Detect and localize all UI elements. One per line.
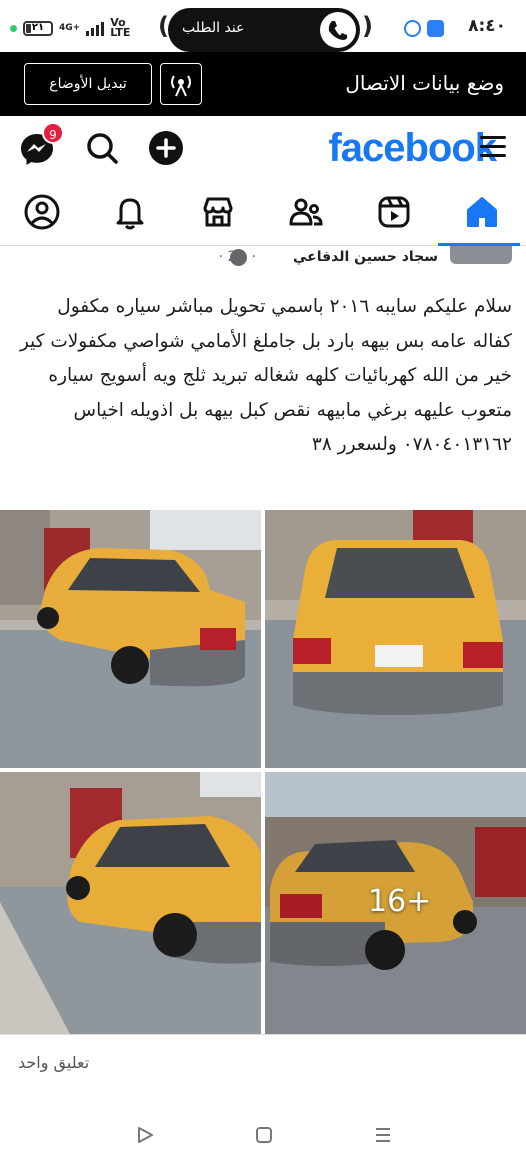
notification-icons [404, 20, 444, 37]
paren-right: ) [362, 12, 373, 40]
system-navigation-bar [0, 1100, 526, 1169]
facebook-logo: facebook [328, 126, 497, 170]
menu-icon[interactable] [480, 136, 506, 158]
profile-icon [24, 194, 60, 230]
tab-marketplace[interactable] [198, 192, 238, 232]
status-left-indicators: ٢١ 4G+ Vo LTE [10, 16, 131, 39]
data-mode-title: وضع بيانات الاتصال [345, 71, 504, 95]
post-photo-3[interactable] [0, 772, 261, 1034]
recents-icon [376, 1128, 390, 1142]
post-photo-4[interactable]: 16+ [265, 772, 526, 1034]
battery-level: ٢١ [31, 21, 45, 33]
switch-modes-button[interactable]: تبديل الأوضاع [24, 63, 152, 105]
messenger-badge: 9 [42, 122, 64, 144]
avatar[interactable] [450, 246, 512, 264]
tab-notifications[interactable] [110, 192, 150, 232]
home-icon [467, 197, 497, 227]
status-bar: ٢١ 4G+ Vo LTE ( عند الطلب ) ٨:٤٠ [0, 0, 526, 52]
main-nav-tabs [0, 182, 526, 246]
clock: ٨:٤٠ [468, 16, 506, 36]
radio-tower-icon [171, 75, 191, 97]
tab-profile[interactable] [22, 192, 62, 232]
messenger-button[interactable]: 9 [18, 122, 64, 166]
tab-home[interactable] [462, 192, 502, 232]
comment-row: تعليق واحد [0, 1034, 526, 1090]
post-time: · 2 د · [218, 249, 256, 265]
comment-count[interactable]: تعليق واحد [18, 1053, 89, 1072]
recents-button[interactable] [374, 1126, 392, 1148]
notifications-icon [116, 198, 144, 230]
tab-reels[interactable] [374, 192, 414, 232]
data-mode-banner: تبديل الأوضاع وضع بيانات الاتصال [0, 52, 526, 116]
search-button[interactable] [84, 130, 120, 166]
more-photos-count: 16+ [368, 884, 432, 919]
network-type: 4G+ [59, 23, 81, 33]
home-circle-icon [256, 1127, 272, 1143]
tab-friends[interactable] [286, 192, 326, 232]
post-author-row: · 2 د · سجاد حسين الدفاعي [0, 246, 526, 270]
radio-tower-button[interactable] [160, 63, 202, 105]
call-status-text: عند الطلب [182, 20, 245, 36]
app-header: 9 facebook [0, 116, 526, 182]
post-photo-1[interactable] [0, 510, 261, 768]
home-nav-button[interactable] [255, 1126, 273, 1148]
active-indicator-dot [10, 24, 17, 32]
post-photo-2[interactable] [265, 510, 526, 768]
battery-icon: ٢١ [23, 20, 53, 36]
post-text: سلام عليكم سايبه ٢٠١٦ باسمي تحويل مباشر … [19, 296, 512, 455]
plus-circle-icon [149, 131, 183, 165]
create-button[interactable] [148, 130, 184, 166]
back-icon [138, 1127, 153, 1143]
volte-indicator: Vo LTE [110, 16, 131, 39]
messenger-notification-icon [404, 20, 421, 37]
search-icon [87, 133, 118, 164]
author-name[interactable]: سجاد حسين الدفاعي [293, 249, 438, 265]
ongoing-call-pill[interactable]: عند الطلب [168, 8, 360, 52]
friends-icon [289, 198, 323, 226]
back-button[interactable] [136, 1126, 154, 1148]
marketplace-icon [203, 197, 233, 227]
phone-icon [320, 12, 356, 48]
app-notification-icon [427, 20, 444, 37]
signal-bars-icon [86, 20, 105, 36]
reels-icon [378, 196, 410, 228]
